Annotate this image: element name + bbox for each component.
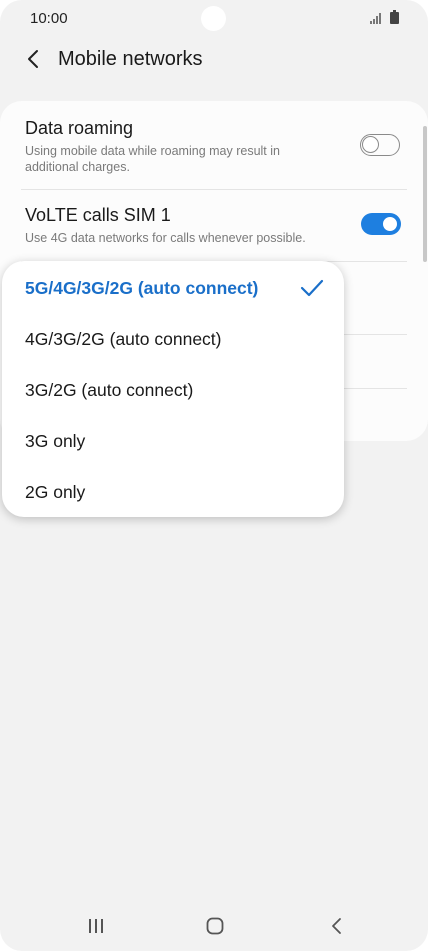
phone-screen: 10:00 Mobile networks Data roaming Using… — [0, 0, 428, 951]
divider — [21, 189, 407, 190]
network-option-2g-only[interactable]: 2G only — [2, 466, 344, 517]
status-time: 10:00 — [30, 10, 68, 27]
data-roaming-row[interactable]: Data roaming Using mobile data while roa… — [25, 118, 405, 175]
option-label: 2G only — [25, 482, 86, 502]
nav-back-button[interactable] — [321, 914, 351, 938]
option-label: 5G/4G/3G/2G (auto connect) — [25, 278, 259, 298]
navigation-bar — [0, 900, 428, 951]
home-button[interactable] — [200, 914, 230, 938]
option-label: 3G only — [25, 431, 86, 451]
toggle-knob — [362, 136, 379, 153]
data-roaming-subtitle: Using mobile data while roaming may resu… — [25, 144, 280, 174]
network-option-5g[interactable]: 5G/4G/3G/2G (auto connect) — [2, 262, 344, 313]
network-option-3g-2g[interactable]: 3G/2G (auto connect) — [2, 364, 344, 415]
nav-back-icon — [332, 918, 341, 934]
signal-icon — [370, 13, 381, 24]
network-mode-popup: 5G/4G/3G/2G (auto connect) 4G/3G/2G (aut… — [2, 261, 344, 517]
data-roaming-toggle[interactable] — [360, 134, 400, 156]
scrollbar[interactable] — [423, 126, 427, 262]
battery-icon — [390, 10, 399, 24]
volte-row[interactable]: VoLTE calls SIM 1 Use 4G data networks f… — [25, 205, 405, 246]
option-label: 3G/2G (auto connect) — [25, 380, 194, 400]
header: Mobile networks — [0, 38, 428, 82]
chevron-left-icon — [28, 50, 38, 68]
volte-title: VoLTE calls SIM 1 — [25, 205, 171, 225]
data-roaming-title: Data roaming — [25, 118, 134, 138]
check-icon — [300, 279, 324, 297]
option-label: 4G/3G/2G (auto connect) — [25, 329, 222, 349]
home-icon — [206, 917, 224, 935]
recents-icon — [89, 919, 103, 933]
back-button[interactable] — [18, 44, 48, 74]
network-option-4g[interactable]: 4G/3G/2G (auto connect) — [2, 313, 344, 364]
page-title: Mobile networks — [58, 48, 203, 70]
toggle-knob — [381, 215, 399, 233]
recents-button[interactable] — [81, 914, 111, 938]
volte-toggle[interactable] — [361, 213, 401, 235]
network-option-3g-only[interactable]: 3G only — [2, 415, 344, 466]
volte-subtitle: Use 4G data networks for calls whenever … — [25, 231, 306, 245]
front-camera — [201, 6, 226, 31]
status-bar: 10:00 — [0, 0, 428, 38]
